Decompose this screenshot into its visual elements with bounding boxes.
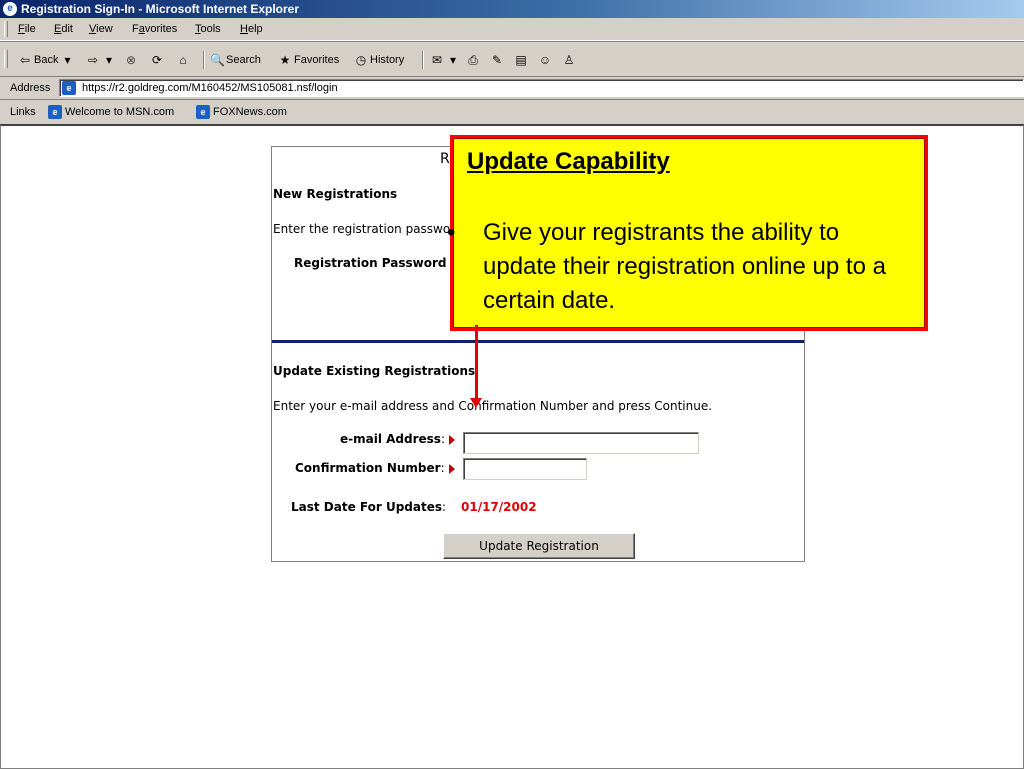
- stop-button[interactable]: ⊗: [124, 52, 138, 68]
- search-icon: 🔍: [210, 53, 225, 67]
- new-registrations-instruction: Enter the registration passwo: [273, 222, 451, 236]
- required-marker-icon: [448, 463, 455, 474]
- address-bar: Address e https://r2.goldreg.com/M160452…: [0, 76, 1024, 100]
- person-icon: ♙: [563, 53, 575, 67]
- menu-help[interactable]: Help: [240, 18, 263, 40]
- forward-button[interactable]: ⇨ ▾: [86, 52, 116, 68]
- menu-favorites-pre: F: [132, 23, 139, 35]
- search-label: Search: [226, 54, 261, 66]
- mail-icon: ✉: [431, 53, 443, 67]
- refresh-icon: ⟳: [151, 53, 163, 67]
- discuss-icon: ▤: [515, 53, 527, 67]
- page-icon: e: [48, 105, 62, 119]
- research-button[interactable]: ♙: [562, 52, 576, 68]
- required-marker-icon: [448, 434, 455, 445]
- window-title-bar[interactable]: e Registration Sign-In - Microsoft Inter…: [0, 0, 1024, 18]
- link-msn-label: Welcome to MSN.com: [65, 106, 175, 118]
- menu-bar-grip[interactable]: [4, 21, 8, 37]
- callout-bullet: •: [447, 219, 456, 246]
- menu-tools-rest: ools: [200, 23, 221, 35]
- mail-button[interactable]: ✉ ▾: [430, 52, 460, 68]
- update-registrations-heading: Update Existing Registrations: [273, 364, 476, 378]
- page-icon: e: [62, 81, 76, 95]
- email-row-label: e-mail Address:: [340, 432, 455, 446]
- history-label: History: [370, 54, 405, 66]
- forward-dropdown-icon[interactable]: ▾: [102, 53, 116, 67]
- messenger-button[interactable]: ☺: [538, 52, 552, 68]
- home-button[interactable]: ⌂: [176, 52, 190, 68]
- new-registrations-heading: New Registrations: [273, 187, 398, 201]
- annotation-callout: Update Capability • Give your registrants…: [447, 135, 928, 331]
- back-button[interactable]: ⇦ Back ▾: [18, 52, 74, 68]
- callout-bullet-item: • Give your registrants the ability to up…: [447, 216, 911, 318]
- toolbar-separator: [203, 51, 205, 69]
- link-msn[interactable]: e Welcome to MSN.com: [48, 100, 174, 124]
- last-date-value: 01/17/2002: [461, 500, 537, 514]
- confirmation-number-input[interactable]: [463, 458, 587, 480]
- link-foxnews-label: FOXNews.com: [213, 106, 287, 118]
- page-icon: e: [196, 105, 210, 119]
- menu-view[interactable]: View: [89, 18, 113, 40]
- menu-file-rest: ile: [24, 23, 36, 35]
- stop-icon: ⊗: [125, 53, 137, 67]
- email-label: e-mail Address: [340, 432, 441, 446]
- back-arrow-icon: ⇦: [19, 53, 31, 67]
- search-button[interactable]: 🔍 Search: [210, 52, 261, 68]
- address-url[interactable]: https://r2.goldreg.com/M160452/MS105081.…: [82, 80, 338, 96]
- confirmation-row-label: Confirmation Number:: [295, 461, 455, 475]
- menu-file[interactable]: File: [18, 18, 36, 40]
- address-field[interactable]: e https://r2.goldreg.com/M160452/MS10508…: [59, 79, 1024, 97]
- favorites-button[interactable]: ★ Favorites: [278, 52, 340, 68]
- callout-bullet-text: Give your registrants the ability to upd…: [483, 219, 886, 314]
- confirmation-label: Confirmation Number: [295, 461, 441, 475]
- menu-help-mnemonic: H: [240, 23, 248, 35]
- print-icon: ⎙: [468, 53, 478, 67]
- callout-pointer-arrow-icon: [470, 398, 482, 408]
- link-foxnews[interactable]: e FOXNews.com: [196, 100, 287, 124]
- update-registration-button[interactable]: Update Registration: [443, 533, 635, 559]
- window-title: Registration Sign-In - Microsoft Interne…: [21, 2, 300, 16]
- mail-dropdown-icon[interactable]: ▾: [446, 53, 460, 67]
- forward-arrow-icon: ⇨: [87, 53, 99, 67]
- toolbar-separator: [422, 51, 424, 69]
- callout-body: • Give your registrants the ability to up…: [447, 216, 911, 318]
- menu-tools[interactable]: Tools: [195, 18, 221, 40]
- messenger-icon: ☺: [538, 53, 552, 67]
- address-label: Address: [10, 82, 51, 94]
- menu-favorites[interactable]: Favorites: [132, 18, 177, 40]
- internet-explorer-icon: e: [3, 2, 17, 16]
- menu-bar: File Edit View Favorites Tools Help: [0, 18, 1024, 41]
- menu-edit-rest: dit: [61, 23, 73, 35]
- back-label: Back: [34, 54, 59, 66]
- callout-title: Update Capability: [467, 148, 670, 175]
- toolbar-grip[interactable]: [4, 50, 8, 68]
- favorites-icon: ★: [279, 53, 291, 67]
- edit-icon: ✎: [491, 53, 503, 67]
- links-label: Links: [10, 106, 36, 118]
- last-date-label: Last Date For Updates: [291, 500, 443, 514]
- menu-edit[interactable]: Edit: [54, 18, 73, 40]
- print-button[interactable]: ⎙: [466, 52, 480, 68]
- page-heading: R: [440, 151, 450, 167]
- menu-file-mnemonic: F: [18, 23, 25, 35]
- home-icon: ⌂: [179, 53, 187, 67]
- refresh-button[interactable]: ⟳: [150, 52, 164, 68]
- favorites-label: Favorites: [294, 54, 340, 66]
- email-input[interactable]: [463, 432, 699, 454]
- registration-password-label: Registration Password: [294, 256, 447, 270]
- links-bar: Links e Welcome to MSN.com e FOXNews.com: [0, 99, 1024, 125]
- section-divider: [272, 340, 804, 343]
- last-date-row: Last Date For Updates:: [291, 500, 447, 514]
- update-registrations-instruction: Enter your e-mail address and Confirmati…: [273, 399, 713, 413]
- discuss-button[interactable]: ▤: [514, 52, 528, 68]
- standard-toolbar: ⇦ Back ▾ ⇨ ▾ ⊗ ⟳ ⌂ 🔍 Search ★ Favorites …: [0, 41, 1024, 77]
- edit-button[interactable]: ✎: [490, 52, 504, 68]
- history-icon: ◷: [355, 53, 367, 67]
- callout-pointer-line: [475, 325, 478, 402]
- menu-help-rest: elp: [247, 23, 263, 35]
- history-button[interactable]: ◷ History: [354, 52, 404, 68]
- back-dropdown-icon[interactable]: ▾: [60, 53, 74, 67]
- menu-view-rest: iew: [96, 23, 113, 35]
- menu-favorites-rest: vorites: [144, 23, 178, 35]
